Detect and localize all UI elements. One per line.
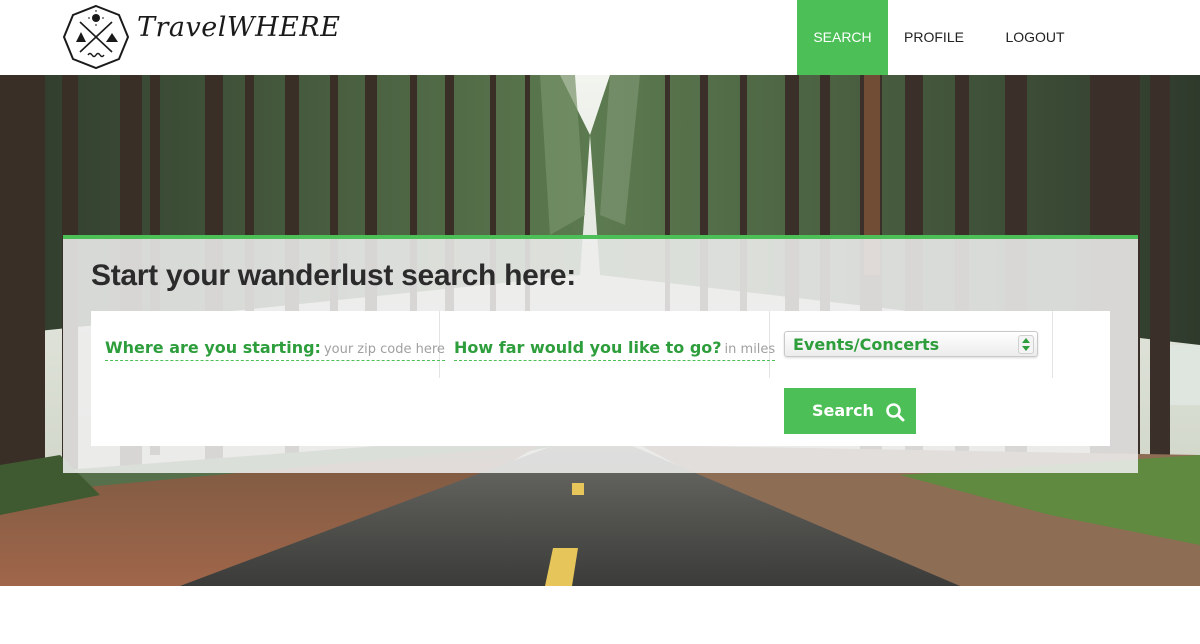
panel-title: Start your wanderlust search here:: [91, 259, 576, 292]
distance-label: How far would you like to go?: [454, 338, 722, 357]
search-button-label: Search: [812, 401, 874, 420]
main-nav: SEARCH PROFILE LOGOUT: [797, 0, 1090, 75]
start-label: Where are you starting:: [105, 338, 321, 357]
zip-placeholder: your zip code here: [323, 342, 445, 357]
distance-field: How far would you like to go? in miles: [440, 311, 776, 378]
search-panel: Start your wanderlust search here: Where…: [63, 235, 1138, 473]
category-selected-value: Events/Concerts: [793, 335, 940, 354]
distance-input[interactable]: How far would you like to go? in miles: [454, 338, 776, 361]
category-field: Events/Concerts: [770, 311, 1053, 378]
magnifier-icon: [886, 403, 905, 422]
nav-profile[interactable]: PROFILE: [888, 0, 980, 75]
select-arrows-icon[interactable]: [1018, 335, 1034, 354]
brand-name[interactable]: TravelWHERE: [137, 12, 340, 43]
brand-logo-icon[interactable]: [62, 4, 130, 70]
search-form: Where are you starting: your zip code her…: [91, 311, 1110, 446]
top-navbar: TravelWHERE SEARCH PROFILE LOGOUT: [0, 0, 1200, 75]
start-field: Where are you starting: your zip code her…: [91, 311, 445, 378]
nav-logout[interactable]: LOGOUT: [980, 0, 1090, 75]
nav-search[interactable]: SEARCH: [797, 0, 888, 75]
distance-placeholder: in miles: [724, 342, 776, 357]
zip-input[interactable]: Where are you starting: your zip code her…: [105, 338, 445, 361]
category-select[interactable]: Events/Concerts: [784, 331, 1038, 357]
search-button[interactable]: Search: [784, 388, 916, 434]
